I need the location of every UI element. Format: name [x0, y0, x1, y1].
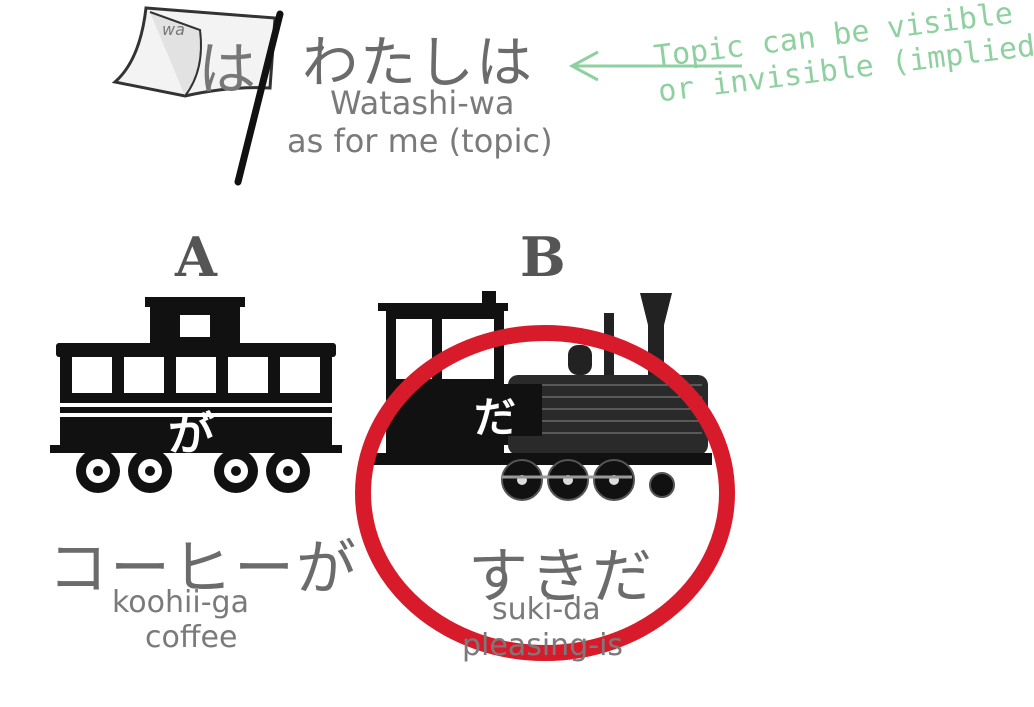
label-b: B — [520, 225, 566, 289]
car-b-gloss: pleasing-is — [462, 628, 624, 663]
flag-small-label: wa — [162, 20, 185, 39]
car-b-romaji: suki-da — [492, 592, 601, 627]
car-a-gloss: coffee — [145, 620, 238, 655]
car-a-kana: が — [168, 407, 214, 461]
topic-romaji: Watashi-wa — [330, 84, 515, 122]
flag-char: は — [198, 35, 257, 103]
topic-gloss: as for me (topic) — [287, 122, 553, 160]
label-a: A — [175, 225, 217, 289]
topic-note: Topic can be visible or invisible (impli… — [652, 0, 1034, 109]
car-a-romaji: koohii-ga — [112, 585, 249, 620]
